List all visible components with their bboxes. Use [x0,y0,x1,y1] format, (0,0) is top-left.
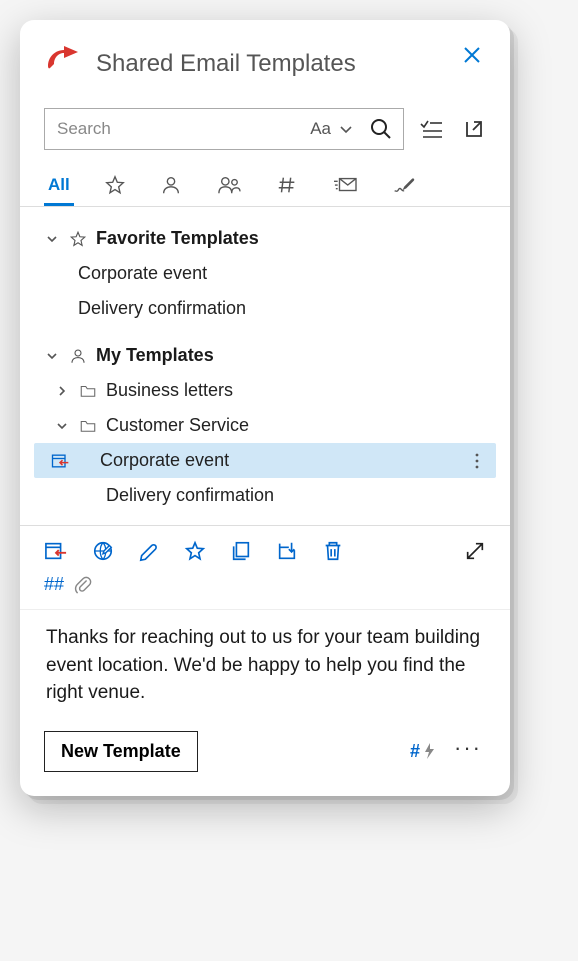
search-input[interactable] [55,118,310,140]
tab-personal[interactable] [158,166,184,206]
bolt-icon [422,742,436,760]
copy-button[interactable] [230,540,252,562]
tab-all[interactable]: All [46,167,72,205]
hash-icon [276,174,298,196]
section-favorites[interactable]: Favorite Templates [34,221,496,256]
delete-button[interactable] [322,540,344,562]
insert-button[interactable] [44,540,68,562]
tab-favorites[interactable] [102,166,128,206]
folder-icon [78,417,98,435]
sign-icon [392,174,416,196]
app-logo-icon [44,44,84,84]
case-dropdown-button[interactable] [337,120,355,138]
template-item-selected[interactable]: Corporate event [34,443,496,478]
template-item[interactable]: Delivery confirmation [34,291,496,326]
import-button[interactable] [276,540,298,562]
preview-tags: ## [20,572,510,610]
search-box: Aa [44,108,404,150]
footer-more-button[interactable]: ··· [450,735,486,767]
chevron-down-icon [54,419,70,433]
template-item[interactable]: Delivery confirmation [34,478,496,513]
item-more-button[interactable] [468,452,486,470]
hash-label[interactable]: ## [44,574,64,595]
tab-signatures[interactable] [390,166,418,206]
chevron-down-icon [44,349,60,363]
preview-toolbar [20,526,510,572]
search-icon[interactable] [369,117,393,141]
person-icon [68,347,88,365]
folder-customer-service[interactable]: Customer Service [34,408,496,443]
close-button[interactable] [458,41,486,69]
favorite-button[interactable] [184,540,206,562]
edit-html-button[interactable] [92,540,114,562]
chevron-down-icon [44,232,60,246]
section-label: My Templates [96,345,486,366]
chevron-right-icon [54,384,70,398]
edit-button[interactable] [138,540,160,562]
attachment-icon[interactable] [74,575,92,595]
quick-insert-button[interactable]: # [410,741,436,762]
people-icon [216,174,242,196]
header: Shared Email Templates [20,36,510,104]
tab-mail[interactable] [330,166,360,206]
open-external-button[interactable] [462,117,486,141]
star-icon [104,174,126,196]
mail-speed-icon [332,174,358,196]
folder-icon [78,382,98,400]
filter-tabs: All [20,160,510,207]
template-item[interactable]: Corporate event [34,256,496,291]
star-icon [68,230,88,248]
templates-panel: Shared Email Templates Aa [20,20,510,796]
new-template-button[interactable]: New Template [44,731,198,772]
search-row: Aa [20,104,510,160]
preview-body: Thanks for reaching out to us for your t… [20,614,510,725]
person-icon [160,174,182,196]
tab-team[interactable] [214,166,244,206]
expand-button[interactable] [464,540,486,562]
manage-list-button[interactable] [418,116,444,142]
app-title: Shared Email Templates [96,50,446,78]
tab-shortcuts[interactable] [274,166,300,206]
folder-business-letters[interactable]: Business letters [34,373,496,408]
section-label: Favorite Templates [96,228,486,249]
footer: New Template # ··· [20,725,510,776]
section-my-templates[interactable]: My Templates [34,338,496,373]
case-toggle-button[interactable]: Aa [310,119,331,139]
insert-template-icon [50,451,70,471]
templates-tree: Favorite Templates Corporate event Deliv… [20,207,510,519]
